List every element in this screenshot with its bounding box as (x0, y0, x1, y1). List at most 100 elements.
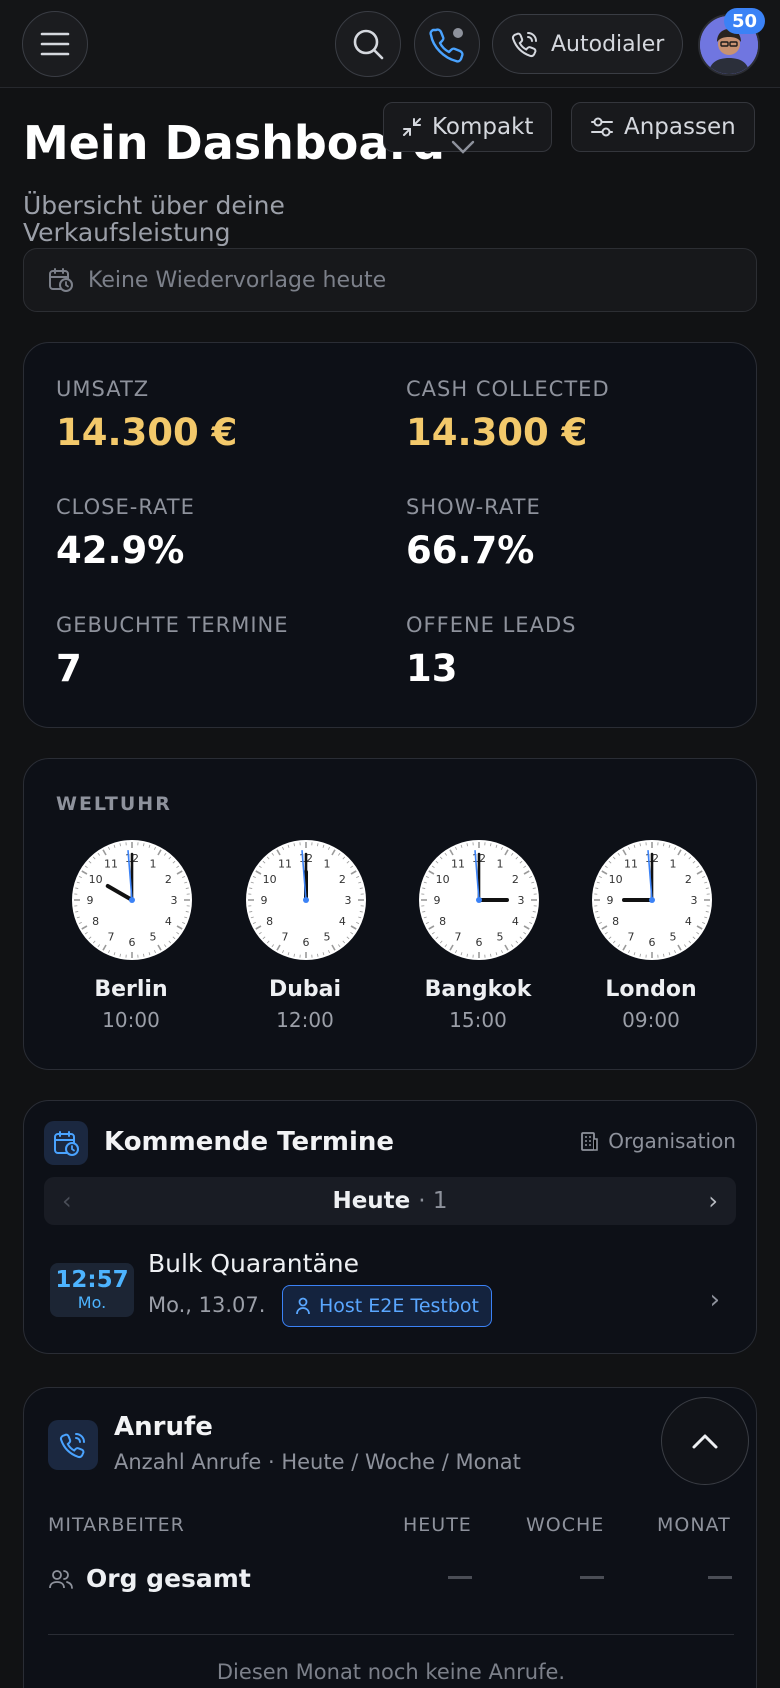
clock-numeral: 9 (607, 894, 614, 907)
world-clock-card: WELTUHR 123456789101112 Berlin 10:00 123… (23, 758, 757, 1070)
search-button[interactable] (335, 11, 401, 77)
customize-label: Anpassen (624, 114, 736, 140)
calls-subtitle: Anzahl Anrufe · Heute / Woche / Monat (114, 1450, 521, 1474)
day-selector: ‹ Heute · 1 › (44, 1177, 736, 1225)
appointment-time: 12:57 (55, 1267, 129, 1293)
clock-numeral: 3 (691, 894, 698, 907)
stat-umsatz: UMSATZ 14.300 € (56, 377, 237, 454)
clock-numeral: 1 (324, 858, 331, 871)
clock-numeral: 11 (624, 858, 638, 871)
stat-label: CASH COLLECTED (406, 377, 610, 401)
clock-numeral: 9 (434, 894, 441, 907)
stat-booked-appointments: GEBUCHTE TERMINE 7 (56, 613, 289, 690)
host-label: Host E2E Testbot (319, 1295, 479, 1317)
stat-label: UMSATZ (56, 377, 150, 401)
appointment-title: Bulk Quarantäne (148, 1249, 359, 1278)
customize-button[interactable]: Anpassen (571, 102, 755, 152)
stat-open-leads: OFFENE LEADS 13 (406, 613, 576, 690)
autodialer-button[interactable]: Autodialer (492, 14, 684, 74)
followup-banner[interactable]: Keine Wiedervorlage heute (23, 248, 757, 312)
host-badge: Host E2E Testbot (282, 1285, 492, 1327)
clock-numeral: 2 (339, 873, 346, 886)
clock-numeral: 9 (87, 894, 94, 907)
clock-numeral: 4 (512, 915, 519, 928)
clock-numeral: 3 (171, 894, 178, 907)
clock-numeral: 5 (324, 930, 331, 943)
stat-value: 14.300 € (56, 411, 238, 454)
calendar-icon (44, 1121, 88, 1165)
clock-numeral: 11 (104, 858, 118, 871)
clock-numeral: 1 (670, 858, 677, 871)
clock-numeral: 7 (108, 930, 115, 943)
collapse-icon (403, 118, 421, 136)
empty-value-dash (580, 1576, 604, 1579)
clock-numeral: 10 (89, 873, 103, 886)
sliders-icon (591, 117, 613, 137)
world-clock-label: WELTUHR (56, 793, 172, 815)
clock-numeral: 11 (451, 858, 465, 871)
stat-show-rate: SHOW-RATE 66.7% (406, 495, 541, 572)
organisation-filter[interactable]: Organisation (578, 1129, 736, 1153)
appointment-weekday: Mo. (77, 1293, 107, 1312)
clock-numeral: 5 (670, 930, 677, 943)
org-total-row: Org gesamt (48, 1564, 251, 1593)
clock-city: Berlin (94, 977, 168, 1002)
appointments-card: Kommende Termine Organisation ‹ Heute · … (23, 1100, 757, 1354)
stat-label: SHOW-RATE (406, 495, 541, 519)
clock-time: 15:00 (449, 1008, 507, 1032)
search-icon (353, 29, 384, 60)
chevron-left-icon[interactable]: ‹ (62, 1187, 72, 1215)
chevron-down-icon (450, 136, 476, 161)
stats-card: UMSATZ 14.300 € CASH COLLECTED 14.300 € … (23, 342, 757, 728)
clock-face: 123456789101112 (592, 840, 712, 960)
stat-value: 7 (56, 647, 82, 690)
autodialer-label: Autodialer (551, 31, 665, 57)
column-header: WOCHE (526, 1514, 605, 1536)
appointment-time-box: 12:57 Mo. (50, 1263, 134, 1317)
column-header: MITARBEITER (48, 1514, 185, 1536)
clock-numeral: 10 (436, 873, 450, 886)
phone-call-icon (511, 32, 537, 58)
clock-numeral: 6 (476, 936, 483, 949)
clock-numeral: 2 (512, 873, 519, 886)
clock-numeral: 4 (165, 915, 172, 928)
clock-city: Bangkok (424, 977, 532, 1002)
clock-numeral: 9 (261, 894, 268, 907)
stat-cash-collected: CASH COLLECTED 14.300 € (406, 377, 610, 454)
clock-numeral: 11 (278, 858, 292, 871)
stat-close-rate: CLOSE-RATE 42.9% (56, 495, 195, 572)
top-bar: Autodialer 50 (0, 0, 780, 88)
stat-value: 13 (406, 647, 458, 690)
clock-numeral: 3 (345, 894, 352, 907)
page-subtitle: Übersicht über deine Verkaufsleistung (23, 191, 285, 247)
notification-badge: 50 (724, 8, 766, 34)
clock-numeral: 8 (439, 915, 446, 928)
clock-numeral: 1 (150, 858, 157, 871)
scroll-to-top-button[interactable] (661, 1397, 749, 1485)
organisation-label: Organisation (608, 1129, 736, 1153)
day-label: Heute (332, 1188, 411, 1214)
stat-label: GEBUCHTE TERMINE (56, 613, 289, 637)
calls-card: Anrufe Anzahl Anrufe · Heute / Woche / M… (23, 1387, 757, 1688)
clock-city: Dubai (268, 977, 342, 1002)
users-icon (49, 1569, 73, 1589)
phone-call-icon (48, 1420, 98, 1470)
clock-numeral: 8 (266, 915, 273, 928)
stat-label: CLOSE-RATE (56, 495, 195, 519)
clock-time: 10:00 (102, 1008, 160, 1032)
column-header: HEUTE (403, 1514, 472, 1536)
clock-center (129, 897, 135, 903)
menu-button[interactable] (22, 11, 88, 77)
clock-numeral: 2 (685, 873, 692, 886)
clock-numeral: 5 (497, 930, 504, 943)
empty-value-dash (448, 1576, 472, 1579)
clock-berlin: 123456789101112 Berlin 10:00 (71, 839, 192, 1032)
stat-value: 66.7% (406, 529, 535, 572)
clock-center (649, 897, 655, 903)
phone-status-button[interactable] (414, 11, 480, 77)
building-icon (581, 1132, 599, 1151)
menu-icon (40, 32, 70, 56)
empty-value-dash (708, 1576, 732, 1579)
chevron-right-icon[interactable]: › (708, 1187, 718, 1215)
clock-london: 123456789101112 London 09:00 (591, 839, 712, 1032)
